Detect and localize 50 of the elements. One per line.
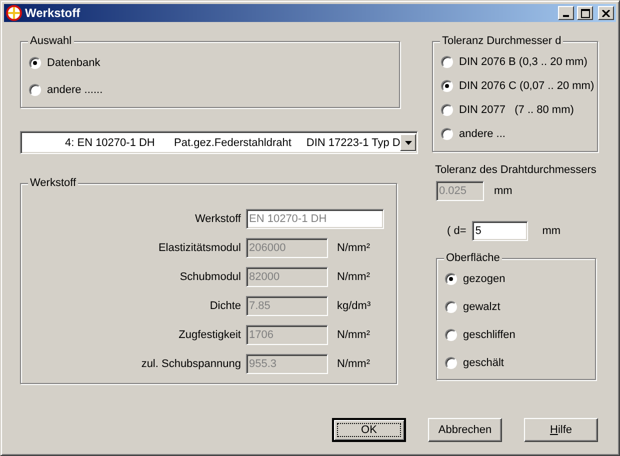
- unit-label: N/mm²: [336, 358, 371, 370]
- field-label: Dichte: [208, 300, 241, 312]
- radio-button[interactable]: [29, 84, 41, 96]
- radio-label: geschliffen: [463, 329, 516, 341]
- radio-label: andere ......: [47, 84, 103, 96]
- minimize-icon: [563, 15, 569, 17]
- maximize-icon: [580, 8, 590, 18]
- radio-button[interactable]: [441, 104, 453, 116]
- radio-button[interactable]: [445, 301, 457, 313]
- radio-label: DIN 2076 B (0,3 .. 20 mm): [459, 56, 588, 68]
- field-label: Elastizitätsmodul: [157, 242, 241, 254]
- radio-button[interactable]: [445, 273, 457, 285]
- radio-label: Datenbank: [47, 57, 100, 69]
- radio-label: DIN 2076 C (0,07 .. 20 mm): [459, 80, 594, 92]
- input-field[interactable]: EN 10270-1 DH: [246, 209, 384, 229]
- dropdown-arrow-icon: [404, 140, 412, 144]
- dialog-button[interactable]: Abbrechen: [428, 418, 502, 442]
- dialog-button[interactable]: Hilfe: [524, 418, 598, 442]
- radio-label: andere ...: [459, 128, 506, 140]
- app-icon: [6, 5, 22, 21]
- unit-label: N/mm²: [336, 242, 371, 254]
- unit-label: mm: [494, 185, 512, 197]
- radio-label: gezogen: [463, 273, 506, 285]
- radio-button[interactable]: [445, 329, 457, 341]
- field-label: Werkstoff: [194, 213, 241, 225]
- radio-button[interactable]: [29, 57, 41, 69]
- unit-label: kg/dm³: [336, 300, 372, 312]
- field-label: ( d=: [447, 225, 466, 237]
- radio-label: geschält: [463, 357, 504, 369]
- field-label: Toleranz des Drahtdurchmessers: [435, 164, 598, 176]
- close-button[interactable]: [598, 6, 614, 20]
- input-field[interactable]: 5: [472, 221, 528, 241]
- field-label: zul. Schubspannung: [140, 358, 241, 370]
- field-label: Schubmodul: [178, 271, 241, 283]
- radio-button[interactable]: [441, 80, 453, 92]
- maximize-button[interactable]: [577, 6, 593, 20]
- unit-label: N/mm²: [336, 329, 371, 341]
- unit-label: mm: [542, 225, 561, 237]
- unit-label: N/mm²: [336, 271, 371, 283]
- radio-label: DIN 2077 (7 .. 80 mm): [459, 104, 574, 116]
- material-dropdown[interactable]: 4: EN 10270-1 DH Pat.gez.Federstahldraht DIN 17223-1 Typ D: [20, 131, 418, 154]
- radio-button[interactable]: [441, 128, 453, 140]
- field-label: Zugfestigkeit: [178, 329, 241, 341]
- dialog-button[interactable]: OK: [332, 418, 406, 442]
- radio-button[interactable]: [445, 357, 457, 369]
- minimize-button[interactable]: [558, 6, 574, 20]
- window-title: Werkstoff: [25, 6, 82, 20]
- radio-button[interactable]: [441, 56, 453, 68]
- close-icon: [602, 10, 610, 16]
- radio-label: gewalzt: [463, 301, 500, 313]
